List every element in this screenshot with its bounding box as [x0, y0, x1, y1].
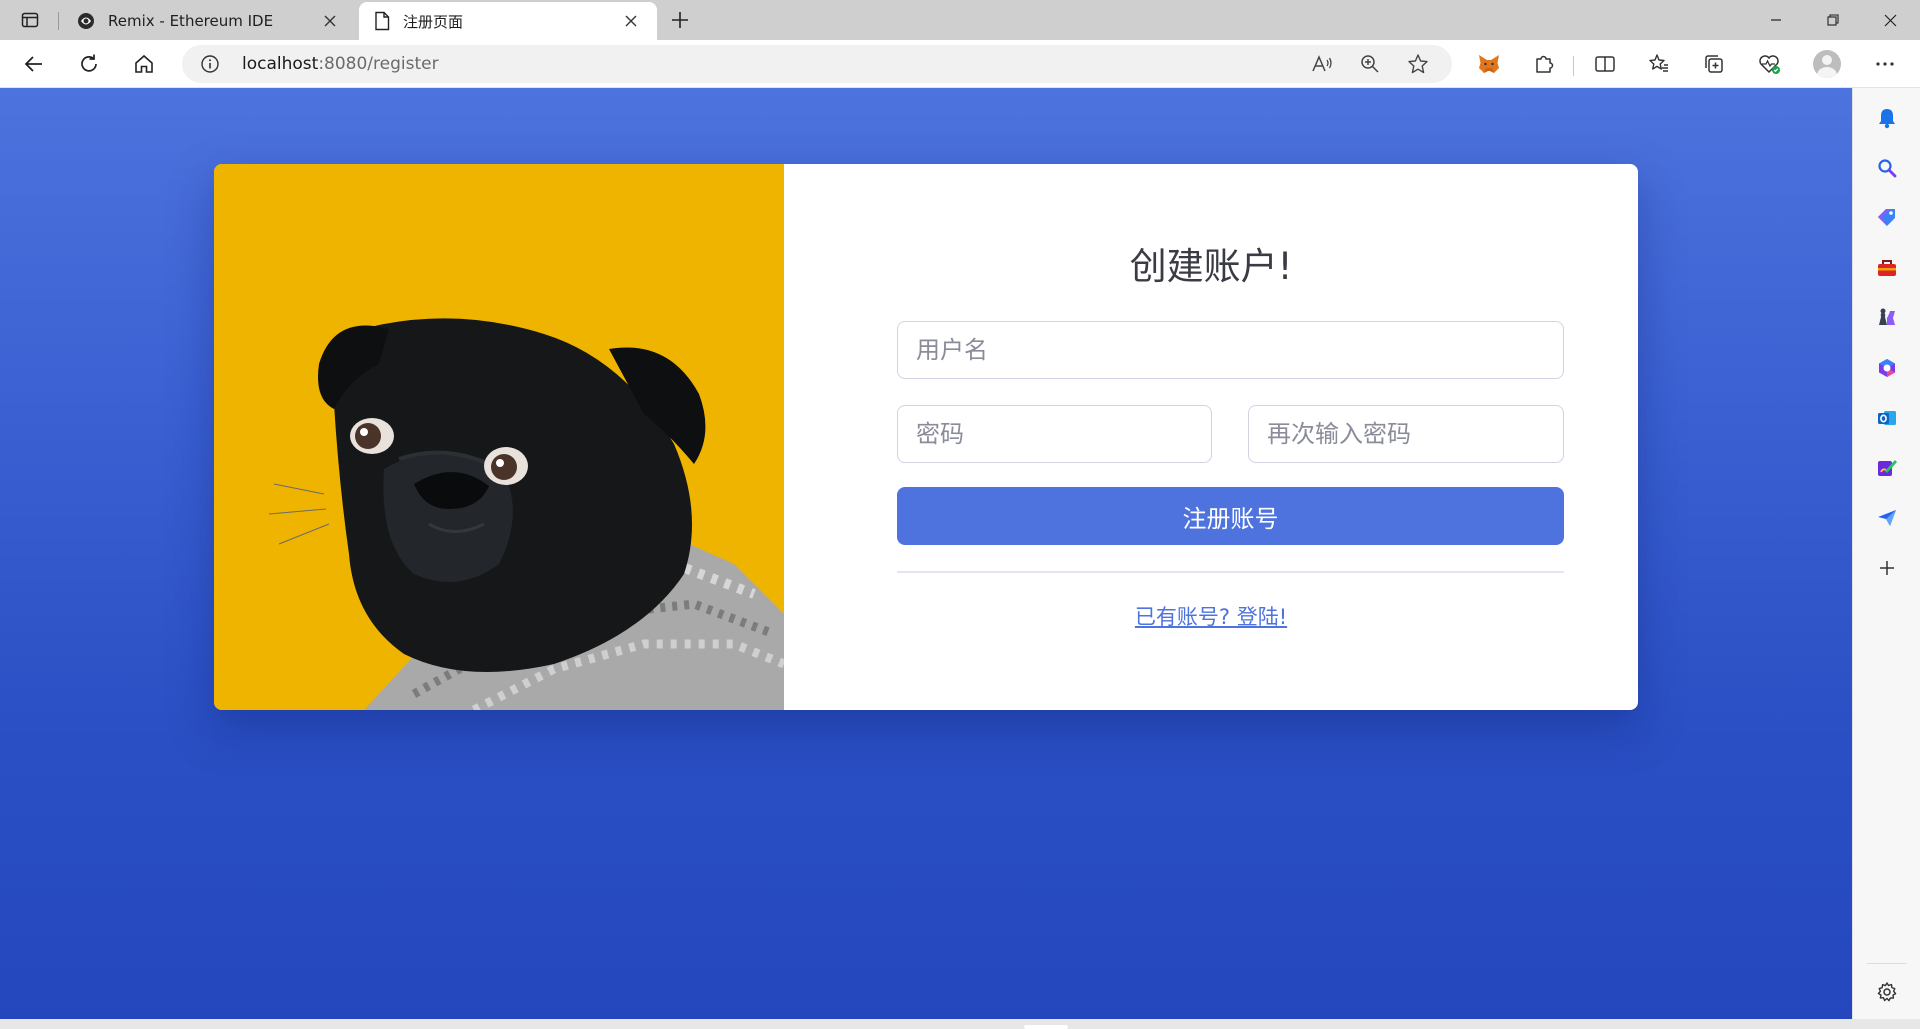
toolbox-icon [1878, 260, 1896, 276]
remix-icon [78, 13, 94, 29]
tab-strip: Remix - Ethereum IDE 注册页面 [0, 0, 1920, 40]
close-tab-button[interactable] [318, 9, 342, 33]
sidebar-item-notifications[interactable] [1871, 102, 1903, 134]
sidebar-item-send[interactable] [1871, 502, 1903, 534]
home-icon [135, 54, 153, 73]
address-bar[interactable]: localhost:8080/register [182, 45, 1452, 83]
tab-remix[interactable]: Remix - Ethereum IDE [62, 2, 356, 40]
send-icon [1878, 510, 1896, 526]
register-card: 创建账户! 注册账号 已有账号? 登陆! [214, 164, 1638, 710]
password-input[interactable] [897, 405, 1212, 463]
split-screen-button[interactable] [1587, 48, 1623, 80]
login-link[interactable]: 已有账号? 登陆! [784, 601, 1638, 631]
tab-register[interactable]: 注册页面 [359, 2, 657, 40]
collections-button[interactable] [1696, 48, 1732, 80]
register-form: 创建账户! 注册账号 已有账号? 登陆! [784, 164, 1638, 710]
search-icon [1878, 159, 1897, 178]
more-icon [1876, 62, 1894, 66]
refresh-icon [81, 54, 97, 72]
restore-icon [1827, 14, 1839, 26]
sidebar-item-outlook[interactable] [1871, 402, 1903, 434]
favorite-button[interactable] [1402, 48, 1434, 80]
sidebar-item-shopping[interactable] [1871, 202, 1903, 234]
tab-actions-icon [21, 12, 39, 28]
settings-icon [1877, 982, 1897, 1002]
site-info-button[interactable] [198, 52, 222, 76]
tab-actions-button[interactable] [10, 6, 50, 34]
refresh-button[interactable] [71, 48, 107, 80]
close-icon [1884, 14, 1896, 26]
restore-button[interactable] [1805, 0, 1861, 40]
info-icon [201, 55, 219, 73]
arrow-left-icon [24, 56, 42, 72]
form-title: 创建账户! [1129, 245, 1293, 288]
close-icon [625, 15, 637, 27]
extensions-button[interactable] [1526, 48, 1562, 80]
sidebar-settings-button[interactable] [1871, 976, 1903, 1008]
outlook-icon [1878, 411, 1896, 425]
bell-icon [1879, 109, 1895, 129]
office-icon [1879, 359, 1895, 377]
close-icon [324, 15, 336, 27]
metamask-extension-button[interactable] [1471, 48, 1507, 80]
close-tab-button[interactable] [619, 9, 643, 33]
profile-avatar[interactable] [1813, 50, 1841, 78]
tag-icon [1878, 209, 1895, 226]
heart-pulse-icon [1759, 55, 1780, 74]
dog-image [214, 164, 784, 710]
new-tab-button[interactable] [664, 6, 696, 34]
metamask-icon [1479, 55, 1499, 73]
register-button[interactable]: 注册账号 [897, 487, 1564, 545]
minimize-icon [1771, 19, 1781, 21]
tab-separator [58, 12, 59, 30]
home-button[interactable] [126, 48, 162, 80]
tab-title: 注册页面 [403, 12, 464, 31]
star-icon [1408, 54, 1428, 74]
scroll-indicator [1024, 1025, 1068, 1029]
split-screen-icon [1595, 56, 1615, 72]
minimize-button[interactable] [1748, 0, 1804, 40]
sidebar-item-microsoft-365[interactable] [1871, 352, 1903, 384]
sidebar-item-designer[interactable] [1871, 452, 1903, 484]
url-text[interactable]: localhost:8080/register [242, 54, 439, 74]
add-icon [1880, 561, 1894, 575]
username-input[interactable] [897, 321, 1564, 379]
pug-illustration [214, 164, 784, 710]
collections-icon [1705, 55, 1723, 73]
plus-icon [672, 12, 688, 28]
form-divider [897, 571, 1564, 573]
tab-title: Remix - Ethereum IDE [108, 12, 274, 30]
favorites-icon [1649, 54, 1668, 72]
url-path: :8080/register [318, 54, 439, 74]
sidebar-divider [1867, 963, 1907, 964]
close-window-button[interactable] [1862, 0, 1918, 40]
settings-menu-button[interactable] [1867, 48, 1903, 80]
browser-essentials-button[interactable] [1751, 48, 1787, 80]
games-icon [1879, 308, 1895, 325]
read-aloud-icon [1312, 55, 1332, 72]
back-button[interactable] [16, 48, 52, 80]
page-icon [375, 11, 390, 31]
zoom-button[interactable] [1354, 48, 1386, 80]
read-aloud-button[interactable] [1306, 48, 1338, 80]
sidebar-item-games[interactable] [1871, 302, 1903, 334]
confirm-password-input[interactable] [1248, 405, 1564, 463]
sidebar-item-search[interactable] [1871, 152, 1903, 184]
zoom-in-icon [1361, 55, 1379, 73]
sidebar-add-button[interactable] [1871, 552, 1903, 584]
favorites-button[interactable] [1641, 48, 1677, 80]
browser-toolbar: localhost:8080/register [0, 40, 1920, 88]
designer-icon [1878, 460, 1897, 476]
puzzle-icon [1536, 55, 1554, 73]
page-background: 创建账户! 注册账号 已有账号? 登陆! [0, 88, 1852, 1019]
bottom-strip [0, 1019, 1920, 1029]
sidebar-item-tools[interactable] [1871, 252, 1903, 284]
edge-sidebar [1852, 88, 1920, 1019]
url-host: localhost [242, 54, 319, 74]
toolbar-divider [1573, 56, 1574, 76]
